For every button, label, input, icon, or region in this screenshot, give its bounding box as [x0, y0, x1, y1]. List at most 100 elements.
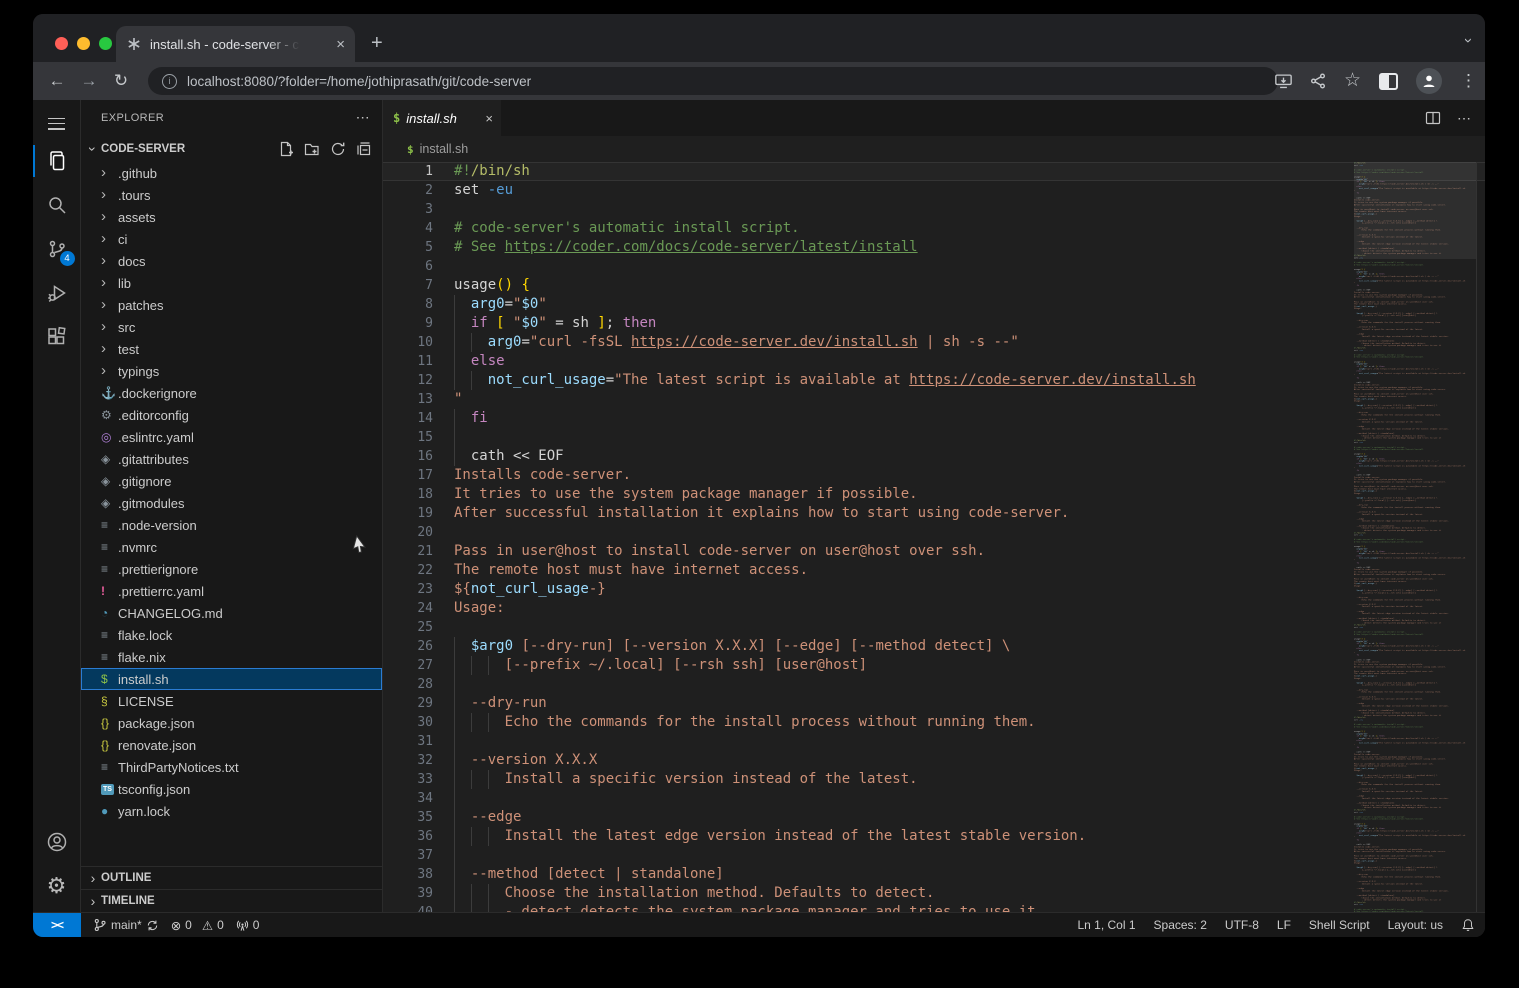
share-icon[interactable]: [1310, 73, 1326, 89]
code-line[interactable]: 2set -eu: [383, 181, 1485, 200]
code-line[interactable]: 21Pass in user@host to install code-serv…: [383, 542, 1485, 561]
tree-item-tsconfig.json[interactable]: TStsconfig.json: [81, 778, 382, 800]
profile-avatar[interactable]: [1416, 68, 1442, 94]
code-line[interactable]: 34: [383, 789, 1485, 808]
code-line[interactable]: 8 arg0="$0": [383, 295, 1485, 314]
tree-item-typings[interactable]: ›typings: [81, 360, 382, 382]
new-folder-icon[interactable]: [304, 141, 320, 157]
account-button[interactable]: [33, 820, 81, 864]
code-line[interactable]: 6: [383, 257, 1485, 276]
code-line[interactable]: 28: [383, 675, 1485, 694]
tree-item-ci[interactable]: ›ci: [81, 228, 382, 250]
code-line[interactable]: 32 --version X.X.X: [383, 751, 1485, 770]
code-line[interactable]: 18It tries to use the system package man…: [383, 485, 1485, 504]
code-line[interactable]: 14 fi: [383, 409, 1485, 428]
code-line[interactable]: 37: [383, 846, 1485, 865]
code-line[interactable]: 3: [383, 200, 1485, 219]
tree-item-.prettierignore[interactable]: ≡.prettierignore: [81, 558, 382, 580]
code-line[interactable]: 24Usage:: [383, 599, 1485, 618]
code-line[interactable]: 35 --edge: [383, 808, 1485, 827]
macos-window-controls[interactable]: [55, 37, 112, 50]
tree-item-.dockerignore[interactable]: ⚓.dockerignore: [81, 382, 382, 404]
tree-item-.nvmrc[interactable]: ≡.nvmrc: [81, 536, 382, 558]
code-line[interactable]: 40 - detect detects the system package m…: [383, 903, 1485, 912]
back-button[interactable]: ←: [41, 71, 73, 91]
code-line[interactable]: 26 $arg0 [--dry-run] [--version X.X.X] […: [383, 637, 1485, 656]
problems-item[interactable]: ⊗ 0 ⚠ 0: [171, 918, 224, 933]
eol[interactable]: LF: [1277, 918, 1291, 932]
remote-indicator[interactable]: ><: [33, 913, 81, 937]
install-app-icon[interactable]: [1275, 74, 1292, 89]
timeline-section[interactable]: › TIMELINE: [81, 889, 382, 912]
tree-item-install.sh[interactable]: $install.sh: [81, 668, 382, 690]
zoom-window-button[interactable]: [99, 37, 112, 50]
editor-tab-install-sh[interactable]: $ install.sh ×: [383, 100, 501, 136]
code-line[interactable]: 4# code-server's automatic install scrip…: [383, 219, 1485, 238]
code-line[interactable]: 30 Echo the commands for the install pro…: [383, 713, 1485, 732]
tree-item-yarn.lock[interactable]: ●yarn.lock: [81, 800, 382, 822]
tree-item-.eslintrc.yaml[interactable]: ◎.eslintrc.yaml: [81, 426, 382, 448]
forward-button[interactable]: →: [73, 71, 105, 91]
activitybar-search[interactable]: [33, 183, 81, 227]
close-window-button[interactable]: [55, 37, 68, 50]
code-line[interactable]: 25: [383, 618, 1485, 637]
tree-item-.gitmodules[interactable]: ◈.gitmodules: [81, 492, 382, 514]
code-line[interactable]: 38 --method [detect | standalone]: [383, 865, 1485, 884]
menu-hamburger-icon[interactable]: [48, 114, 65, 133]
tree-item-src[interactable]: ›src: [81, 316, 382, 338]
site-info-icon[interactable]: i: [162, 74, 177, 89]
workspace-section-header[interactable]: › CODE-SERVER: [81, 135, 382, 162]
git-branch-item[interactable]: main*: [93, 918, 159, 932]
code-line[interactable]: 16 cath << EOF: [383, 447, 1485, 466]
code-line[interactable]: 23${not_curl_usage-}: [383, 580, 1485, 599]
code-line[interactable]: 10 arg0="curl -fsSL https://code-server.…: [383, 333, 1485, 352]
ports-item[interactable]: 0: [236, 918, 260, 932]
keyboard-layout[interactable]: Layout: us: [1388, 918, 1443, 932]
code-line[interactable]: 33 Install a specific version instead of…: [383, 770, 1485, 789]
code-line[interactable]: 27 [--prefix ~/.local] [--rsh ssh] [user…: [383, 656, 1485, 675]
language-mode[interactable]: Shell Script: [1309, 918, 1370, 932]
split-editor-icon[interactable]: [1425, 110, 1441, 126]
activitybar-run-debug[interactable]: [33, 271, 81, 315]
activitybar-source-control[interactable]: 4: [33, 227, 81, 271]
minimize-window-button[interactable]: [77, 37, 90, 50]
code-line[interactable]: 31: [383, 732, 1485, 751]
code-line[interactable]: 36 Install the latest edge version inste…: [383, 827, 1485, 846]
new-tab-button[interactable]: +: [371, 33, 383, 53]
editor-more-actions-icon[interactable]: ⋯: [1457, 110, 1471, 127]
minimap-slider[interactable]: [1354, 162, 1476, 259]
code-line[interactable]: 12 not_curl_usage="The latest script is …: [383, 371, 1485, 390]
tree-item-package.json[interactable]: {}package.json: [81, 712, 382, 734]
activitybar-explorer[interactable]: [33, 139, 81, 183]
code-line[interactable]: 13": [383, 390, 1485, 409]
tree-item-lib[interactable]: ›lib: [81, 272, 382, 294]
url-text[interactable]: localhost:8080/?folder=/home/jothiprasat…: [187, 74, 531, 89]
tree-item-LICENSE[interactable]: §LICENSE: [81, 690, 382, 712]
code-line[interactable]: 19After successful installation it expla…: [383, 504, 1485, 523]
breadcrumb[interactable]: $ install.sh: [383, 136, 1485, 162]
code-lines[interactable]: 1#!/bin/sh2set -eu34# code-server's auto…: [383, 162, 1485, 912]
tab-search-chevron-icon[interactable]: ›: [1460, 38, 1477, 43]
encoding[interactable]: UTF-8: [1225, 918, 1259, 932]
code-editor[interactable]: 1#!/bin/sh2set -eu34# code-server's auto…: [383, 162, 1485, 912]
tree-item-.prettierrc.yaml[interactable]: !.prettierrc.yaml: [81, 580, 382, 602]
minimap[interactable]: #!/bin/shset -eu # code-server's automat…: [1354, 162, 1477, 912]
tree-item-.gitignore[interactable]: ◈.gitignore: [81, 470, 382, 492]
code-line[interactable]: 15: [383, 428, 1485, 447]
tree-item-.node-version[interactable]: ≡.node-version: [81, 514, 382, 536]
collapse-all-icon[interactable]: [356, 141, 372, 157]
tree-item-flake.nix[interactable]: ≡flake.nix: [81, 646, 382, 668]
browser-menu-icon[interactable]: ⋮: [1460, 73, 1477, 89]
tree-item-flake.lock[interactable]: ≡flake.lock: [81, 624, 382, 646]
tree-item-.editorconfig[interactable]: ⚙.editorconfig: [81, 404, 382, 426]
refresh-icon[interactable]: [330, 141, 346, 157]
code-line[interactable]: 11 else: [383, 352, 1485, 371]
tree-item-.gitattributes[interactable]: ◈.gitattributes: [81, 448, 382, 470]
bookmark-star-icon[interactable]: ☆: [1344, 73, 1361, 89]
browser-tab[interactable]: install.sh - code-server - co ×: [116, 26, 355, 62]
code-line[interactable]: 9 if [ "$0" = sh ]; then: [383, 314, 1485, 333]
close-icon[interactable]: ×: [485, 111, 493, 126]
code-line[interactable]: 29 --dry-run: [383, 694, 1485, 713]
code-line[interactable]: 7usage() {: [383, 276, 1485, 295]
indentation[interactable]: Spaces: 2: [1154, 918, 1207, 932]
